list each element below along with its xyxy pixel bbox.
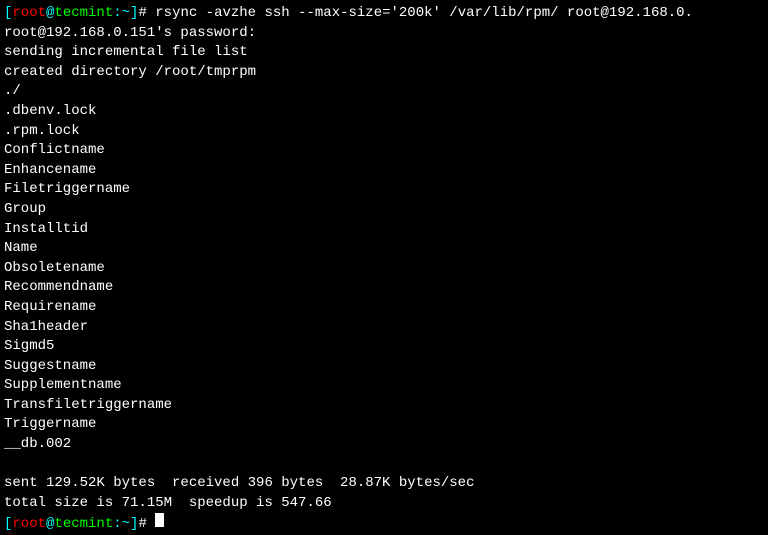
prompt-path-2: ~ <box>122 516 130 532</box>
bracket-close-2: ] <box>130 516 138 532</box>
prompt-user: root <box>12 5 46 21</box>
prompt-host: tecmint <box>54 5 113 21</box>
prompt-space <box>147 516 155 532</box>
bracket-open-2: [ <box>4 516 12 532</box>
prompt-line-2: [root@tecmint:~]# <box>4 516 164 532</box>
terminal-window[interactable]: [root@tecmint:~]# rsync -avzhe ssh --max… <box>4 4 764 535</box>
command-text: rsync -avzhe ssh --max-size='200k' /var/… <box>147 5 693 21</box>
prompt-host-2: tecmint <box>54 516 113 532</box>
prompt-at-2: @ <box>46 516 54 532</box>
prompt-hash: # <box>138 5 146 21</box>
prompt-path: ~ <box>122 5 130 21</box>
prompt-colon: : <box>113 5 121 21</box>
prompt-line-1: [root@tecmint:~]# rsync -avzhe ssh --max… <box>4 5 693 21</box>
prompt-hash-2: # <box>138 516 146 532</box>
prompt-colon-2: : <box>113 516 121 532</box>
prompt-user-2: root <box>12 516 46 532</box>
cursor-icon <box>155 513 164 527</box>
output-block: root@192.168.0.151's password: sending i… <box>4 24 764 514</box>
